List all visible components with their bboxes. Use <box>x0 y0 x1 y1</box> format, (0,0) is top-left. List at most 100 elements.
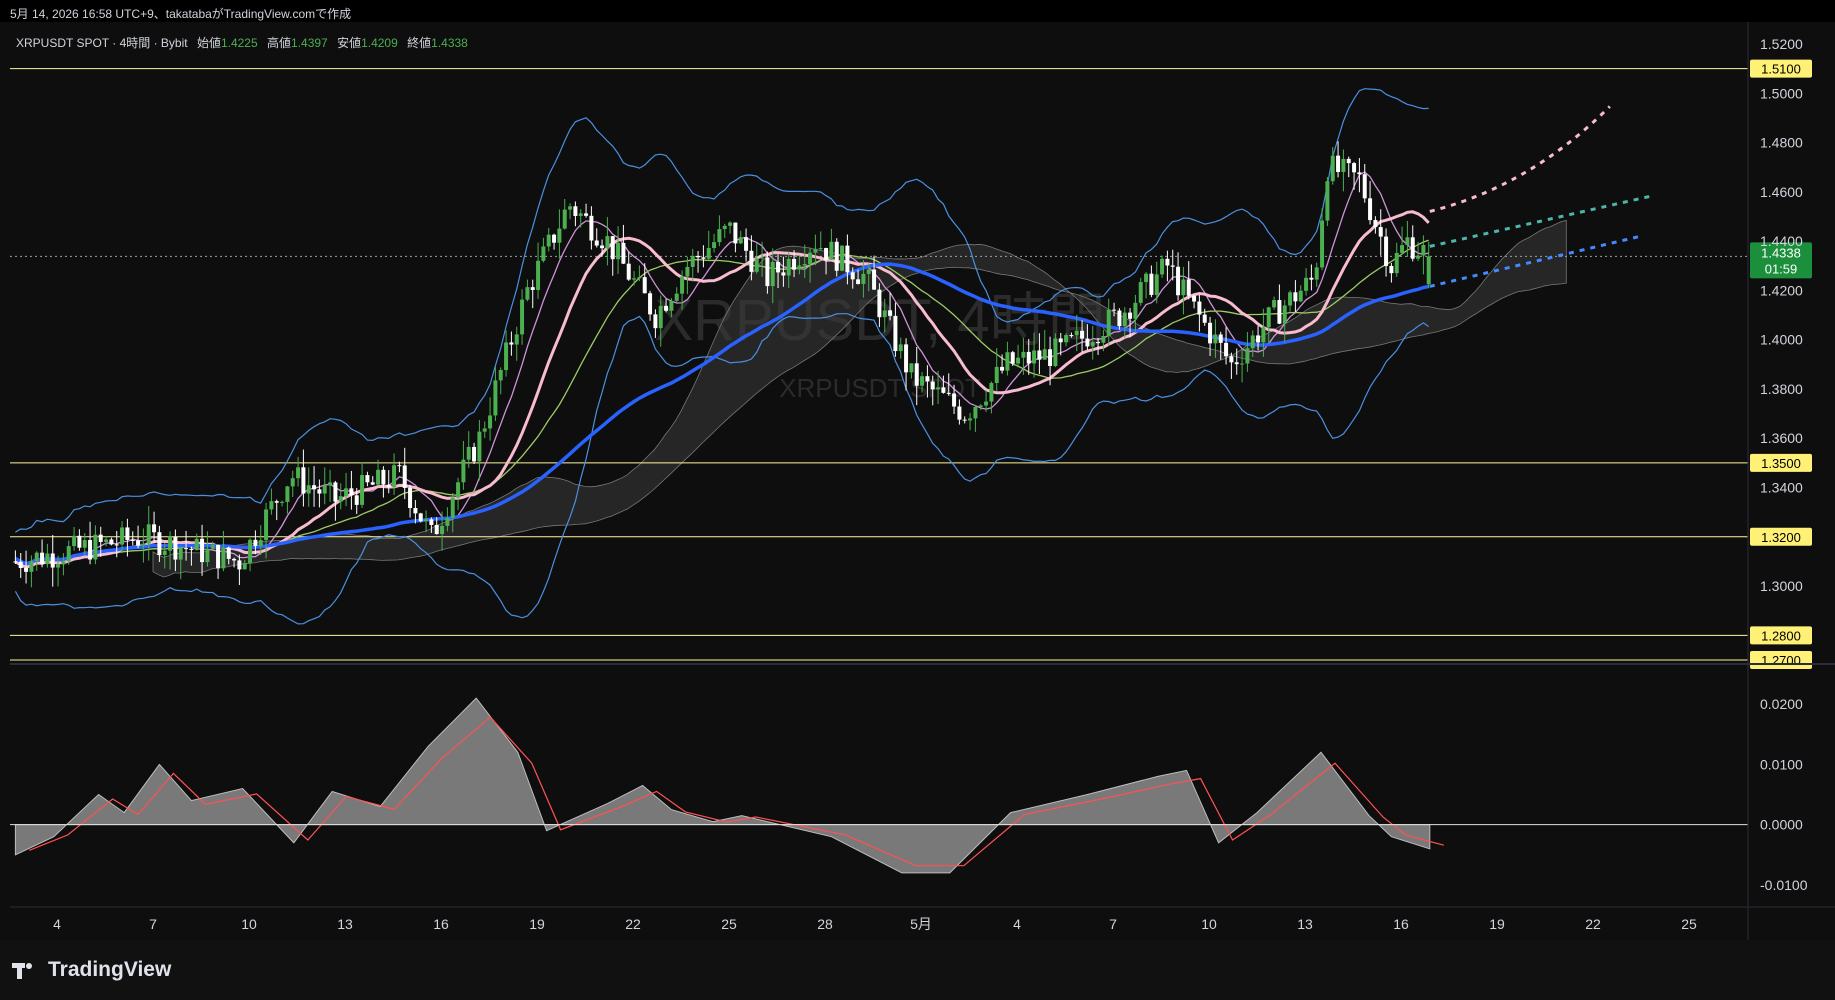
candle-body[interactable] <box>253 539 258 547</box>
candle-body[interactable] <box>909 363 914 373</box>
candle-body[interactable] <box>637 277 642 279</box>
candle-body[interactable] <box>498 370 503 381</box>
candle-body[interactable] <box>157 532 162 555</box>
candle-body[interactable] <box>856 279 861 284</box>
candle-body[interactable] <box>1021 351 1026 358</box>
candle-body[interactable] <box>1000 366 1005 371</box>
time-tick-label[interactable]: 19 <box>529 916 545 932</box>
candle-body[interactable] <box>568 206 573 210</box>
candle-body[interactable] <box>546 234 551 247</box>
candle-body[interactable] <box>1325 181 1330 221</box>
horizontal-levels[interactable] <box>10 68 1748 661</box>
candle-body[interactable] <box>429 519 434 525</box>
candle-body[interactable] <box>1005 352 1010 371</box>
candle-body[interactable] <box>440 525 445 535</box>
candle-body[interactable] <box>445 517 450 526</box>
candle-body[interactable] <box>946 392 951 394</box>
candle-body[interactable] <box>1106 309 1111 337</box>
candle-body[interactable] <box>589 215 594 241</box>
candle-body[interactable] <box>968 418 973 421</box>
candle-body[interactable] <box>525 287 530 300</box>
candle-body[interactable] <box>130 540 135 542</box>
candle-body[interactable] <box>1154 274 1159 295</box>
candle-body[interactable] <box>168 536 173 551</box>
candle-body[interactable] <box>34 552 39 561</box>
candle-body[interactable] <box>56 564 61 568</box>
candle-body[interactable] <box>504 342 509 371</box>
candle-body[interactable] <box>333 482 338 502</box>
candle-body[interactable] <box>760 257 765 259</box>
candle-body[interactable] <box>13 561 18 563</box>
candle-body[interactable] <box>658 305 663 329</box>
candle-body[interactable] <box>952 393 957 407</box>
candle-body[interactable] <box>45 553 50 565</box>
candle-body[interactable] <box>285 486 290 502</box>
candle-body[interactable] <box>434 524 439 535</box>
candle-body[interactable] <box>770 261 775 287</box>
candle-body[interactable] <box>93 534 98 560</box>
candle-body[interactable] <box>626 263 631 280</box>
candle-body[interactable] <box>1176 266 1181 296</box>
candle-body[interactable] <box>194 538 199 551</box>
candle-body[interactable] <box>365 475 370 483</box>
candle-body[interactable] <box>994 366 999 383</box>
candle-body[interactable] <box>1426 256 1431 285</box>
candle-body[interactable] <box>562 209 567 229</box>
candle-body[interactable] <box>1197 301 1202 315</box>
candle-body[interactable] <box>18 561 23 568</box>
candle-body[interactable] <box>1181 279 1186 296</box>
candle-body[interactable] <box>536 260 541 290</box>
candle-body[interactable] <box>232 558 237 561</box>
candle-body[interactable] <box>882 310 887 318</box>
candle-body[interactable] <box>482 428 487 432</box>
candle-body[interactable] <box>749 250 754 272</box>
candle-body[interactable] <box>280 501 285 503</box>
candle-body[interactable] <box>1218 334 1223 343</box>
candle-body[interactable] <box>888 310 893 316</box>
candle-body[interactable] <box>1309 277 1314 280</box>
candle-body[interactable] <box>1261 327 1266 343</box>
candle-body[interactable] <box>594 240 599 246</box>
candle-body[interactable] <box>632 278 637 280</box>
candle-body[interactable] <box>941 387 946 393</box>
candle-body[interactable] <box>376 469 381 485</box>
candle-body[interactable] <box>1186 279 1191 296</box>
candle-body[interactable] <box>1362 174 1367 199</box>
candle-body[interactable] <box>1416 255 1421 259</box>
candle-body[interactable] <box>189 549 194 551</box>
candle-body[interactable] <box>989 382 994 402</box>
candle-body[interactable] <box>578 213 583 216</box>
candle-body[interactable] <box>610 236 615 260</box>
candle-body[interactable] <box>397 465 402 467</box>
candle-body[interactable] <box>808 252 813 265</box>
candle-body[interactable] <box>418 513 423 522</box>
candle-body[interactable] <box>184 548 189 550</box>
candle-body[interactable] <box>754 258 759 272</box>
candle-body[interactable] <box>872 269 877 290</box>
candle-body[interactable] <box>1304 277 1309 291</box>
candle-body[interactable] <box>818 248 823 250</box>
candle-body[interactable] <box>349 488 354 496</box>
candle-body[interactable] <box>1117 310 1122 327</box>
candle-body[interactable] <box>1293 292 1298 302</box>
candle-body[interactable] <box>450 497 455 518</box>
candle-body[interactable] <box>1400 245 1405 253</box>
time-tick-label[interactable]: 13 <box>1297 916 1313 932</box>
candle-body[interactable] <box>690 255 695 267</box>
candle-body[interactable] <box>178 548 183 560</box>
candle-body[interactable] <box>98 534 103 542</box>
candle-body[interactable] <box>408 487 413 509</box>
candle-body[interactable] <box>530 287 535 290</box>
candle-body[interactable] <box>200 538 205 563</box>
candle-body[interactable] <box>674 293 679 301</box>
candle-body[interactable] <box>957 406 962 420</box>
candle-body[interactable] <box>1368 198 1373 221</box>
candle-body[interactable] <box>1421 245 1426 256</box>
candle-body[interactable] <box>1149 273 1154 295</box>
candle-body[interactable] <box>824 248 829 260</box>
candle-body[interactable] <box>1208 322 1213 344</box>
candle-body[interactable] <box>541 246 546 261</box>
candle-body[interactable] <box>488 415 493 429</box>
candle-body[interactable] <box>514 334 519 345</box>
candle-body[interactable] <box>1101 336 1106 343</box>
